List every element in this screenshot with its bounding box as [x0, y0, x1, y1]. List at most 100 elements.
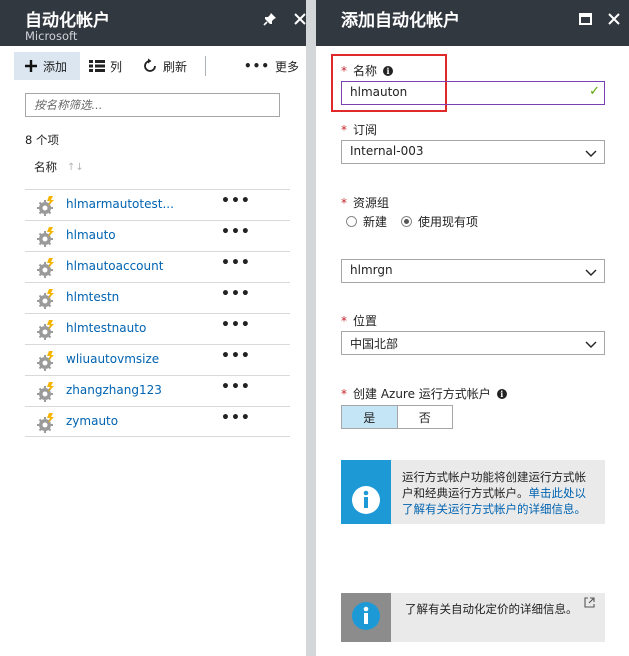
list-item[interactable]: hlmtestnauto •••: [25, 313, 290, 344]
list-item[interactable]: hlmarmautotest... •••: [25, 189, 290, 220]
automation-account-icon: [35, 350, 57, 372]
columns-button[interactable]: 列: [89, 52, 122, 80]
column-header-name[interactable]: 名称 ↑↓: [34, 159, 84, 175]
accounts-list: hlmarmautotest... ••• hlmauto ••• hlmaut…: [25, 189, 290, 437]
account-name-link[interactable]: hlmarmautotest...: [66, 197, 174, 211]
blade-title: 添加自动化帐户: [341, 11, 460, 31]
account-name-link[interactable]: hlmautoaccount: [66, 259, 163, 273]
columns-label: 列: [110, 59, 123, 74]
resource-group-options: 新建 使用现有项: [346, 213, 478, 230]
resource-group-label-text: 资源组: [353, 196, 390, 210]
required-marker: *: [341, 122, 347, 137]
automation-accounts-blade: 自动化帐户 Microsoft 添加 列 刷新 ••• 更多 按名称筛选... …: [0, 0, 306, 656]
name-field-label: * 名称 i: [341, 62, 394, 79]
item-count: 8 个项: [25, 133, 59, 147]
location-label-text: 位置: [353, 314, 378, 328]
row-more-button[interactable]: •••: [221, 286, 251, 302]
pin-icon[interactable]: [259, 8, 281, 30]
row-more-button[interactable]: •••: [221, 193, 251, 209]
add-automation-account-blade: 添加自动化帐户 * 名称 i hlmauton ✓ * 订阅 Internal-…: [316, 0, 629, 656]
account-name-link[interactable]: hlmauto: [66, 228, 116, 242]
refresh-icon: [142, 58, 158, 74]
more-label: 更多: [275, 59, 300, 74]
radio-use-existing-label[interactable]: 使用现有项: [418, 213, 478, 230]
refresh-label: 刷新: [163, 59, 188, 74]
add-button[interactable]: 添加: [14, 52, 80, 80]
name-input[interactable]: hlmauton ✓: [341, 81, 605, 105]
run-as-label-text: 创建 Azure 运行方式帐户: [353, 387, 491, 401]
pricing-info-box[interactable]: 了解有关自动化定价的详细信息。: [341, 593, 605, 642]
filter-by-name-input[interactable]: 按名称筛选...: [25, 93, 280, 117]
blade-header: 添加自动化帐户: [316, 0, 629, 46]
maximize-icon[interactable]: [574, 8, 596, 30]
refresh-button[interactable]: 刷新: [142, 52, 187, 80]
blade-header: 自动化帐户 Microsoft: [0, 0, 306, 46]
toolbar-separator: [205, 56, 206, 76]
name-label-text: 名称: [353, 64, 378, 78]
location-value: 中国北部: [350, 337, 399, 351]
list-item[interactable]: hlmauto •••: [25, 220, 290, 251]
subscription-label: * 订阅: [341, 121, 377, 138]
row-more-button[interactable]: •••: [221, 255, 251, 271]
command-bar: 添加 列 刷新 ••• 更多: [0, 46, 306, 85]
automation-account-icon: [35, 319, 57, 341]
toggle-no[interactable]: 否: [398, 406, 453, 428]
sort-icon: ↑↓: [67, 161, 84, 173]
toggle-yes[interactable]: 是: [342, 406, 398, 428]
radio-new[interactable]: [346, 216, 357, 227]
row-more-button[interactable]: •••: [221, 224, 251, 240]
account-name-link[interactable]: zymauto: [66, 414, 118, 428]
add-label: 添加: [43, 59, 68, 74]
columns-icon: [89, 60, 105, 72]
radio-use-existing[interactable]: [401, 216, 413, 227]
blade-subtitle: Microsoft: [25, 29, 78, 43]
required-marker: *: [341, 195, 347, 210]
row-more-button[interactable]: •••: [221, 348, 251, 364]
resource-group-label: * 资源组: [341, 194, 389, 211]
list-item[interactable]: hlmtestn •••: [25, 282, 290, 313]
list-item[interactable]: wliuautovmsize •••: [25, 344, 290, 375]
list-item[interactable]: hlmautoaccount •••: [25, 251, 290, 282]
column-header-label: 名称: [34, 160, 57, 174]
info-circle-icon: [351, 485, 381, 518]
list-item[interactable]: zhangzhang123 •••: [25, 375, 290, 406]
list-item[interactable]: zymauto •••: [25, 406, 290, 437]
close-icon[interactable]: [603, 8, 625, 30]
required-marker: *: [341, 63, 347, 78]
automation-account-icon: [35, 195, 57, 217]
run-as-info-text: 运行方式帐户功能将创建运行方式帐户和经典运行方式帐户。单击此处以了解有关运行方式…: [391, 460, 605, 524]
name-input-value: hlmauton: [350, 85, 408, 99]
info-icon[interactable]: i: [383, 65, 394, 76]
row-more-button[interactable]: •••: [221, 379, 251, 395]
row-more-button[interactable]: •••: [221, 410, 251, 426]
location-label: * 位置: [341, 312, 377, 329]
account-name-link[interactable]: hlmtestnauto: [66, 321, 146, 335]
radio-new-label[interactable]: 新建: [363, 213, 387, 230]
resource-group-dropdown[interactable]: hlmrgn: [341, 259, 605, 283]
account-name-link[interactable]: hlmtestn: [66, 290, 119, 304]
run-as-info-box: 运行方式帐户功能将创建运行方式帐户和经典运行方式帐户。单击此处以了解有关运行方式…: [341, 460, 605, 524]
row-more-button[interactable]: •••: [221, 317, 251, 333]
more-button[interactable]: ••• 更多: [244, 52, 299, 80]
pricing-info-text: 了解有关自动化定价的详细信息。: [405, 602, 578, 616]
subscription-value: Internal-003: [350, 144, 424, 158]
info-circle-icon: [351, 601, 381, 634]
blade-title: 自动化帐户: [25, 11, 110, 31]
run-as-toggle: 是 否: [341, 405, 453, 429]
external-link-icon[interactable]: [584, 597, 595, 611]
required-marker: *: [341, 386, 347, 401]
automation-account-icon: [35, 381, 57, 403]
blade-divider: [306, 0, 316, 656]
info-tile: [341, 460, 391, 524]
subscription-dropdown[interactable]: Internal-003: [341, 140, 605, 164]
info-icon[interactable]: i: [496, 388, 507, 399]
account-name-link[interactable]: wliuautovmsize: [66, 352, 159, 366]
account-name-link[interactable]: zhangzhang123: [66, 383, 162, 397]
chevron-down-icon: [585, 338, 597, 352]
subscription-label-text: 订阅: [353, 123, 378, 137]
automation-account-icon: [35, 226, 57, 248]
chevron-down-icon: [585, 266, 597, 280]
automation-account-icon: [35, 257, 57, 279]
info-tile: [341, 593, 391, 642]
location-dropdown[interactable]: 中国北部: [341, 331, 605, 355]
